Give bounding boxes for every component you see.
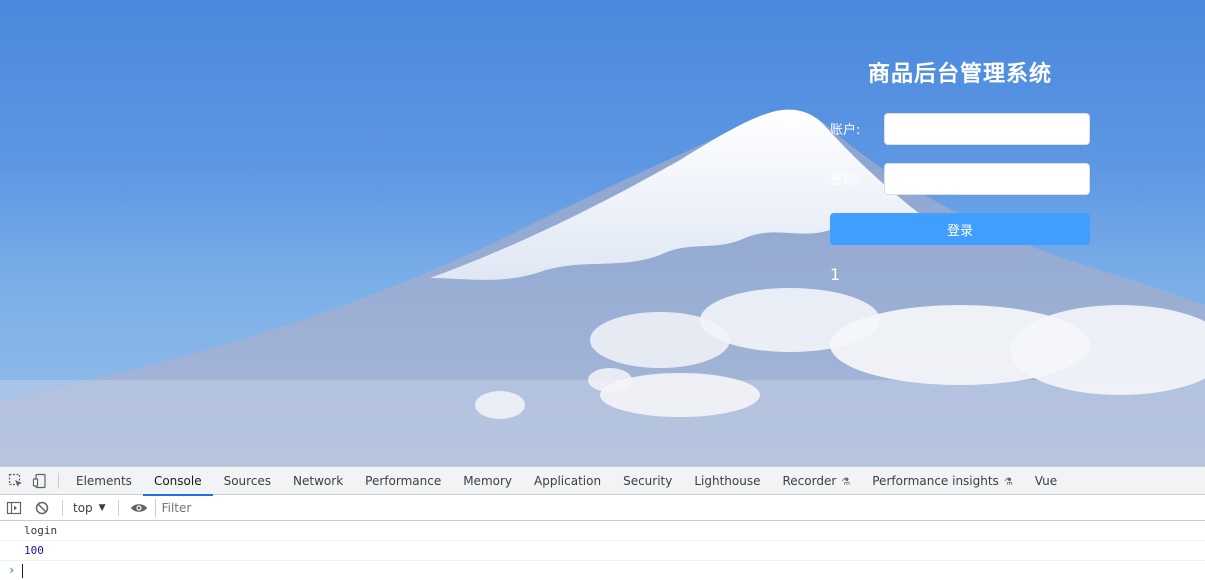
console-sidebar-icon[interactable] xyxy=(0,495,28,521)
tab-network[interactable]: Network xyxy=(282,467,354,495)
clear-console-icon[interactable] xyxy=(28,495,56,521)
tab-recorder[interactable]: Recorder ⚗ xyxy=(772,467,862,495)
login-panel: 商品后台管理系统 账户: 密码: 登录 1 xyxy=(830,58,1090,284)
tab-label: Console xyxy=(153,473,202,488)
tab-performance-insights[interactable]: Performance insights ⚗ xyxy=(861,467,1024,495)
tab-application[interactable]: Application xyxy=(523,467,612,495)
password-label: 密码: xyxy=(830,173,861,188)
tab-label: Memory xyxy=(463,473,513,488)
tab-label: Recorder xyxy=(782,473,837,488)
devtools-tabbar: Elements Console Sources Network Performance… xyxy=(0,467,1205,496)
tab-label: Lighthouse xyxy=(694,473,761,488)
tab-label: Performance xyxy=(365,473,442,488)
devtools-panel: Elements Console Sources Network Performance… xyxy=(0,466,1205,580)
text-caret xyxy=(22,564,23,578)
console-toolbar: top ▼ xyxy=(0,495,1205,521)
page-title: 商品后台管理系统 xyxy=(867,62,1052,87)
device-toolbar-icon[interactable] xyxy=(28,467,52,495)
account-row: 账户: xyxy=(830,113,1090,145)
counter-value: 1 xyxy=(830,265,841,284)
filter-wrapper xyxy=(154,497,1200,518)
tab-security[interactable]: Security xyxy=(612,467,683,495)
chevron-down-icon: ▼ xyxy=(98,502,106,513)
console-log-line: login xyxy=(0,521,1205,541)
tab-performance[interactable]: Performance xyxy=(354,467,452,495)
toolbar-separator xyxy=(62,499,63,516)
tab-sources[interactable]: Sources xyxy=(213,467,282,495)
console-prompt-chevron-icon: › xyxy=(8,563,16,577)
console-prompt[interactable]: › xyxy=(0,561,1205,580)
password-row: 密码: xyxy=(830,163,1090,195)
account-input[interactable] xyxy=(884,113,1090,145)
context-selector[interactable]: top ▼ xyxy=(69,501,112,515)
console-log-line: 100 xyxy=(0,541,1205,561)
tab-label: Application xyxy=(534,473,602,488)
account-label: 账户: xyxy=(830,123,861,138)
inspect-element-icon[interactable] xyxy=(4,467,28,495)
devtools-tabs: Elements Console Sources Network Performance… xyxy=(65,467,1068,496)
live-expression-eye-icon[interactable] xyxy=(125,495,153,521)
tab-elements[interactable]: Elements xyxy=(65,467,143,495)
context-value: top xyxy=(73,500,93,515)
tabbar-separator xyxy=(58,472,59,489)
tab-memory[interactable]: Memory xyxy=(452,467,523,495)
tab-label: Sources xyxy=(223,473,272,488)
tab-vue[interactable]: Vue xyxy=(1024,467,1068,495)
tab-label: Vue xyxy=(1034,473,1058,488)
login-button[interactable]: 登录 xyxy=(830,213,1090,245)
console-filter-input[interactable] xyxy=(159,497,1200,518)
experimental-flask-icon: ⚗ xyxy=(841,476,851,488)
tab-label: Network xyxy=(293,473,344,488)
app-viewport: 商品后台管理系统 账户: 密码: 登录 1 xyxy=(0,0,1205,466)
tab-label: Elements xyxy=(76,473,132,488)
tab-label: Security xyxy=(623,473,673,488)
tab-console[interactable]: Console xyxy=(142,467,213,496)
tab-label: Performance insights xyxy=(872,473,999,488)
experimental-flask-icon: ⚗ xyxy=(1003,476,1013,488)
tab-lighthouse[interactable]: Lighthouse xyxy=(683,467,771,495)
toolbar-separator-2 xyxy=(117,499,119,516)
password-input[interactable] xyxy=(884,163,1090,195)
